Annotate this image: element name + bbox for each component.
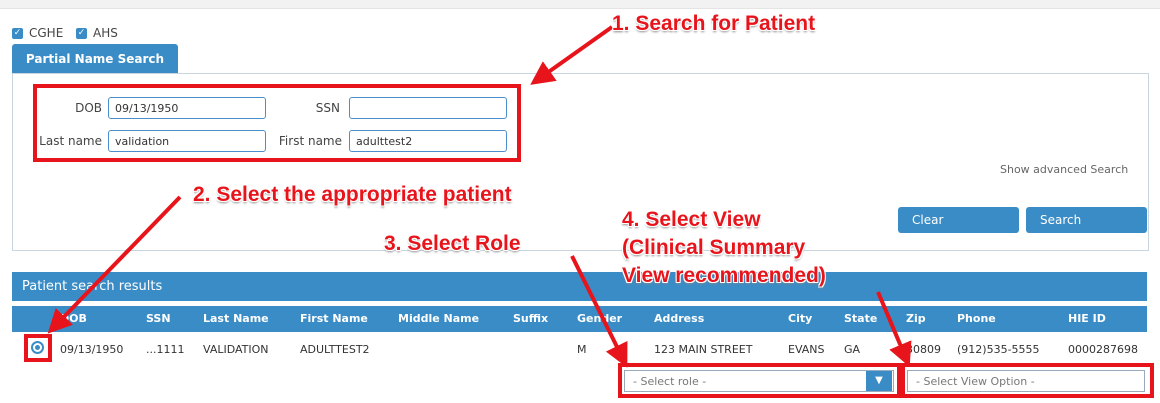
annotation-step4-line3: View recommended) [622,264,826,287]
annotation-arrows [47,25,912,368]
arrow-step3 [570,255,628,368]
arrow-step1 [530,25,614,85]
annotation-step1: 1. Search for Patient [612,12,816,35]
annotation-step4-line1: 4. Select View [622,208,761,231]
annotation-step2: 2. Select the appropriate patient [193,183,512,206]
annotation-step3: 3. Select Role [384,232,521,255]
annotation-step4-line2: (Clinical Summary [622,236,806,259]
arrow-step2 [47,195,182,334]
arrow-step4 [876,291,912,368]
